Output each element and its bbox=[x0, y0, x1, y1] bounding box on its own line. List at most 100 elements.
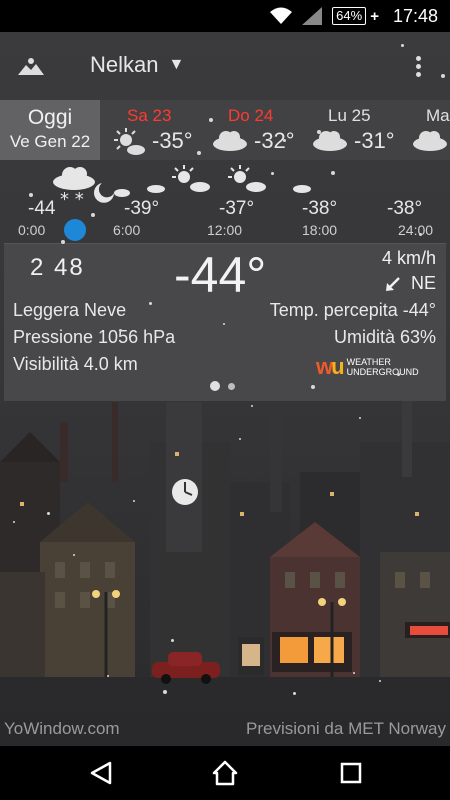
location-selector[interactable]: Nelkan ▼ bbox=[90, 52, 184, 78]
landscape-icon[interactable] bbox=[18, 56, 44, 76]
day-temp: -32° bbox=[254, 128, 295, 153]
snowflake bbox=[283, 139, 286, 142]
hour-temp: -44 bbox=[28, 198, 56, 219]
snowflake bbox=[293, 692, 296, 695]
signal-icon bbox=[302, 7, 323, 25]
snowflake bbox=[47, 512, 50, 515]
snowflake bbox=[197, 151, 201, 155]
snowflake bbox=[359, 417, 361, 419]
city-illustration bbox=[0, 382, 450, 712]
day-temp: -35° bbox=[152, 128, 193, 153]
snowflake bbox=[317, 130, 321, 134]
yowindow-link[interactable]: YoWindow.com bbox=[4, 719, 120, 739]
home-icon[interactable] bbox=[212, 760, 238, 786]
condition-text: Leggera Neve bbox=[13, 300, 127, 320]
hour-temp: -38° bbox=[302, 198, 338, 219]
page-dot-active bbox=[210, 381, 220, 391]
sun-cloud-icon bbox=[172, 165, 210, 192]
snowflake bbox=[271, 172, 274, 175]
wind-direction: NE bbox=[410, 273, 436, 293]
pressure: Pressione 1056 hPa bbox=[13, 327, 176, 347]
battery-charging-icon: + bbox=[370, 7, 379, 25]
hour-time: 24:00 bbox=[398, 222, 434, 238]
footer-bar: YoWindow.com Previsioni da MET Norway bbox=[0, 712, 450, 746]
day-date: Ve Gen 22 bbox=[9, 132, 91, 151]
battery-level: 64% bbox=[332, 7, 367, 25]
current-temperature: -44° bbox=[174, 247, 267, 303]
snowflake bbox=[107, 675, 109, 677]
day-sa-23[interactable]: Sa 23 -35° bbox=[100, 100, 200, 160]
day-today[interactable]: Oggi Ve Gen 22 bbox=[0, 100, 100, 160]
day-name: Ma bbox=[426, 106, 450, 125]
moon-icon bbox=[284, 167, 311, 193]
time-slider-handle[interactable] bbox=[64, 219, 86, 241]
snowflake bbox=[353, 672, 355, 674]
cloud-icon bbox=[413, 131, 447, 151]
hour-time: 12:00 bbox=[207, 222, 243, 238]
page-dot bbox=[228, 382, 235, 390]
hour-time: 6:00 bbox=[113, 222, 141, 238]
weather-underground-logo[interactable]: wu WEATHER UNDERGROUND bbox=[316, 354, 436, 380]
day-lu-25[interactable]: Lu 25 -31° bbox=[300, 100, 400, 160]
chevron-down-icon: ▼ bbox=[168, 56, 185, 73]
snowflake bbox=[73, 554, 75, 556]
day-temp: -31° bbox=[354, 128, 395, 153]
location-name: Nelkan bbox=[90, 52, 159, 77]
wind-speed: 4 km/h bbox=[381, 248, 436, 268]
snowflake bbox=[209, 118, 213, 122]
wu-logo-mark: wu bbox=[316, 354, 345, 379]
daily-forecast-strip: Oggi Ve Gen 22 Sa 23 -35° Do 24 -32° Lu … bbox=[0, 100, 450, 160]
snowflake bbox=[119, 329, 122, 332]
snowflake bbox=[61, 240, 65, 244]
snowflake bbox=[251, 405, 253, 407]
back-icon[interactable] bbox=[88, 760, 114, 786]
clock: 17:48 bbox=[392, 5, 438, 26]
status-bar: 64% + 17:48 bbox=[0, 0, 450, 32]
system-nav-bar bbox=[0, 746, 450, 800]
day-name: Sa 23 bbox=[127, 106, 172, 125]
snowflake bbox=[379, 680, 381, 682]
hour-time: 0:00 bbox=[18, 222, 46, 238]
snowflake bbox=[239, 438, 241, 440]
snowflake bbox=[311, 385, 315, 389]
hour-time: 18:00 bbox=[302, 222, 338, 238]
snowflake bbox=[133, 500, 135, 502]
snow-cloud-moon-icon: * * bbox=[53, 167, 130, 207]
day-name: Do 24 bbox=[228, 106, 274, 125]
hour-temp: -39° bbox=[124, 198, 160, 219]
day-name: Oggi bbox=[27, 106, 73, 129]
snowflake bbox=[91, 213, 95, 217]
wu-logo-text: WEATHER UNDERGROUND bbox=[346, 357, 419, 377]
snowflake bbox=[441, 74, 445, 78]
current-time: 2 48 bbox=[30, 254, 85, 281]
page-indicator bbox=[210, 381, 235, 391]
visibility: Visibilità 4.0 km bbox=[13, 354, 138, 374]
hour-temp: -38° bbox=[387, 198, 423, 219]
snowflake bbox=[29, 193, 33, 197]
day-do-24[interactable]: Do 24 -32° bbox=[200, 100, 300, 160]
forecast-source[interactable]: Previsioni da MET Norway bbox=[246, 719, 446, 739]
current-conditions-panel[interactable]: 2 48 -44° 4 km/h NE Leggera Neve Temp. p… bbox=[4, 243, 446, 401]
svg-text:* *: * * bbox=[60, 189, 84, 207]
snowflake bbox=[223, 323, 225, 325]
sun-cloud-icon bbox=[228, 165, 266, 192]
snowflake bbox=[171, 639, 174, 642]
snowflake bbox=[163, 690, 167, 694]
day-ma[interactable]: Ma bbox=[400, 100, 450, 160]
wifi-icon bbox=[270, 7, 293, 25]
cloud-icon bbox=[213, 131, 247, 151]
snowflake bbox=[401, 44, 404, 47]
snowflake bbox=[13, 521, 15, 523]
recents-icon[interactable] bbox=[338, 760, 364, 786]
overflow-menu-icon[interactable] bbox=[412, 54, 424, 78]
wind-info: 4 km/h NE bbox=[382, 248, 436, 294]
day-name: Lu 25 bbox=[328, 106, 371, 125]
snowflake bbox=[419, 233, 422, 236]
moon-icon bbox=[138, 167, 165, 193]
humidity: Umidità 63% bbox=[333, 327, 436, 347]
sun-cloud-icon bbox=[114, 128, 145, 155]
snowflake bbox=[149, 302, 152, 305]
app-bar: Nelkan ▼ bbox=[0, 32, 450, 100]
hour-temp: -37° bbox=[219, 198, 255, 219]
snowflake bbox=[397, 373, 400, 376]
